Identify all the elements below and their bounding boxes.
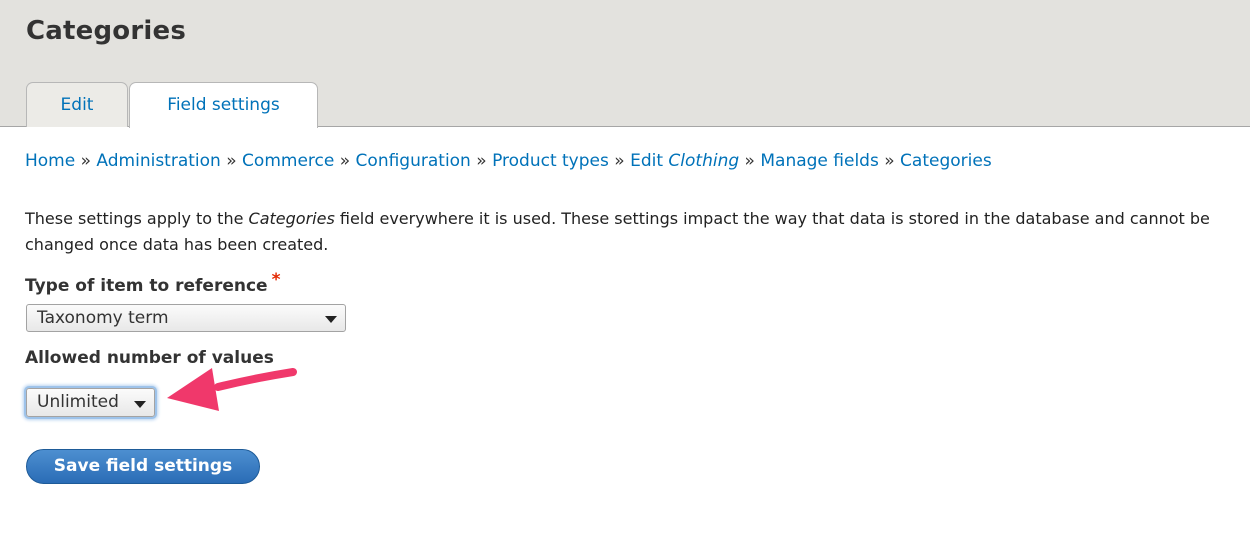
breadcrumb-separator: » bbox=[744, 151, 755, 171]
type-field-label: Type of item to reference * bbox=[25, 270, 280, 296]
breadcrumb-separator: » bbox=[476, 151, 487, 171]
field-settings-description: These settings apply to the Categories f… bbox=[25, 206, 1225, 258]
breadcrumb-edit-italic: Clothing bbox=[668, 151, 740, 171]
breadcrumb-edit-prefix: Edit bbox=[630, 151, 663, 171]
allowed-values-select[interactable]: Unlimited bbox=[26, 388, 155, 417]
page-header: Categories Edit Field settings bbox=[0, 0, 1250, 128]
annotation-arrow-icon bbox=[167, 368, 297, 411]
chevron-down-icon bbox=[325, 316, 337, 323]
description-field-name: Categories bbox=[248, 209, 335, 228]
breadcrumb-product-types[interactable]: Product types bbox=[492, 151, 609, 171]
chevron-down-icon bbox=[134, 401, 146, 408]
breadcrumb-separator: » bbox=[884, 151, 895, 171]
tab-edit[interactable]: Edit bbox=[26, 82, 128, 127]
breadcrumb-manage-fields[interactable]: Manage fields bbox=[760, 151, 878, 171]
type-select[interactable]: Taxonomy term bbox=[26, 304, 346, 332]
page-title: Categories bbox=[26, 16, 187, 46]
breadcrumb-commerce[interactable]: Commerce bbox=[242, 151, 334, 171]
required-marker: * bbox=[271, 270, 281, 290]
breadcrumb-separator: » bbox=[614, 151, 625, 171]
tab-field-settings[interactable]: Field settings bbox=[129, 82, 318, 128]
breadcrumb-configuration[interactable]: Configuration bbox=[356, 151, 471, 171]
breadcrumb-edit-clothing[interactable]: Edit Clothing bbox=[630, 151, 739, 171]
description-before: These settings apply to the bbox=[25, 209, 244, 228]
save-field-settings-button[interactable]: Save field settings bbox=[26, 449, 260, 484]
breadcrumb-home[interactable]: Home bbox=[25, 151, 75, 171]
breadcrumb-categories[interactable]: Categories bbox=[900, 151, 992, 171]
breadcrumb: Home » Administration » Commerce » Confi… bbox=[25, 151, 992, 171]
type-field-label-text: Type of item to reference bbox=[25, 276, 268, 296]
breadcrumb-separator: » bbox=[339, 151, 351, 171]
allowed-values-select-value: Unlimited bbox=[37, 392, 119, 412]
breadcrumb-separator: » bbox=[226, 151, 237, 171]
type-select-value: Taxonomy term bbox=[37, 308, 169, 328]
breadcrumb-administration[interactable]: Administration bbox=[96, 151, 220, 171]
breadcrumb-separator: » bbox=[80, 151, 92, 171]
